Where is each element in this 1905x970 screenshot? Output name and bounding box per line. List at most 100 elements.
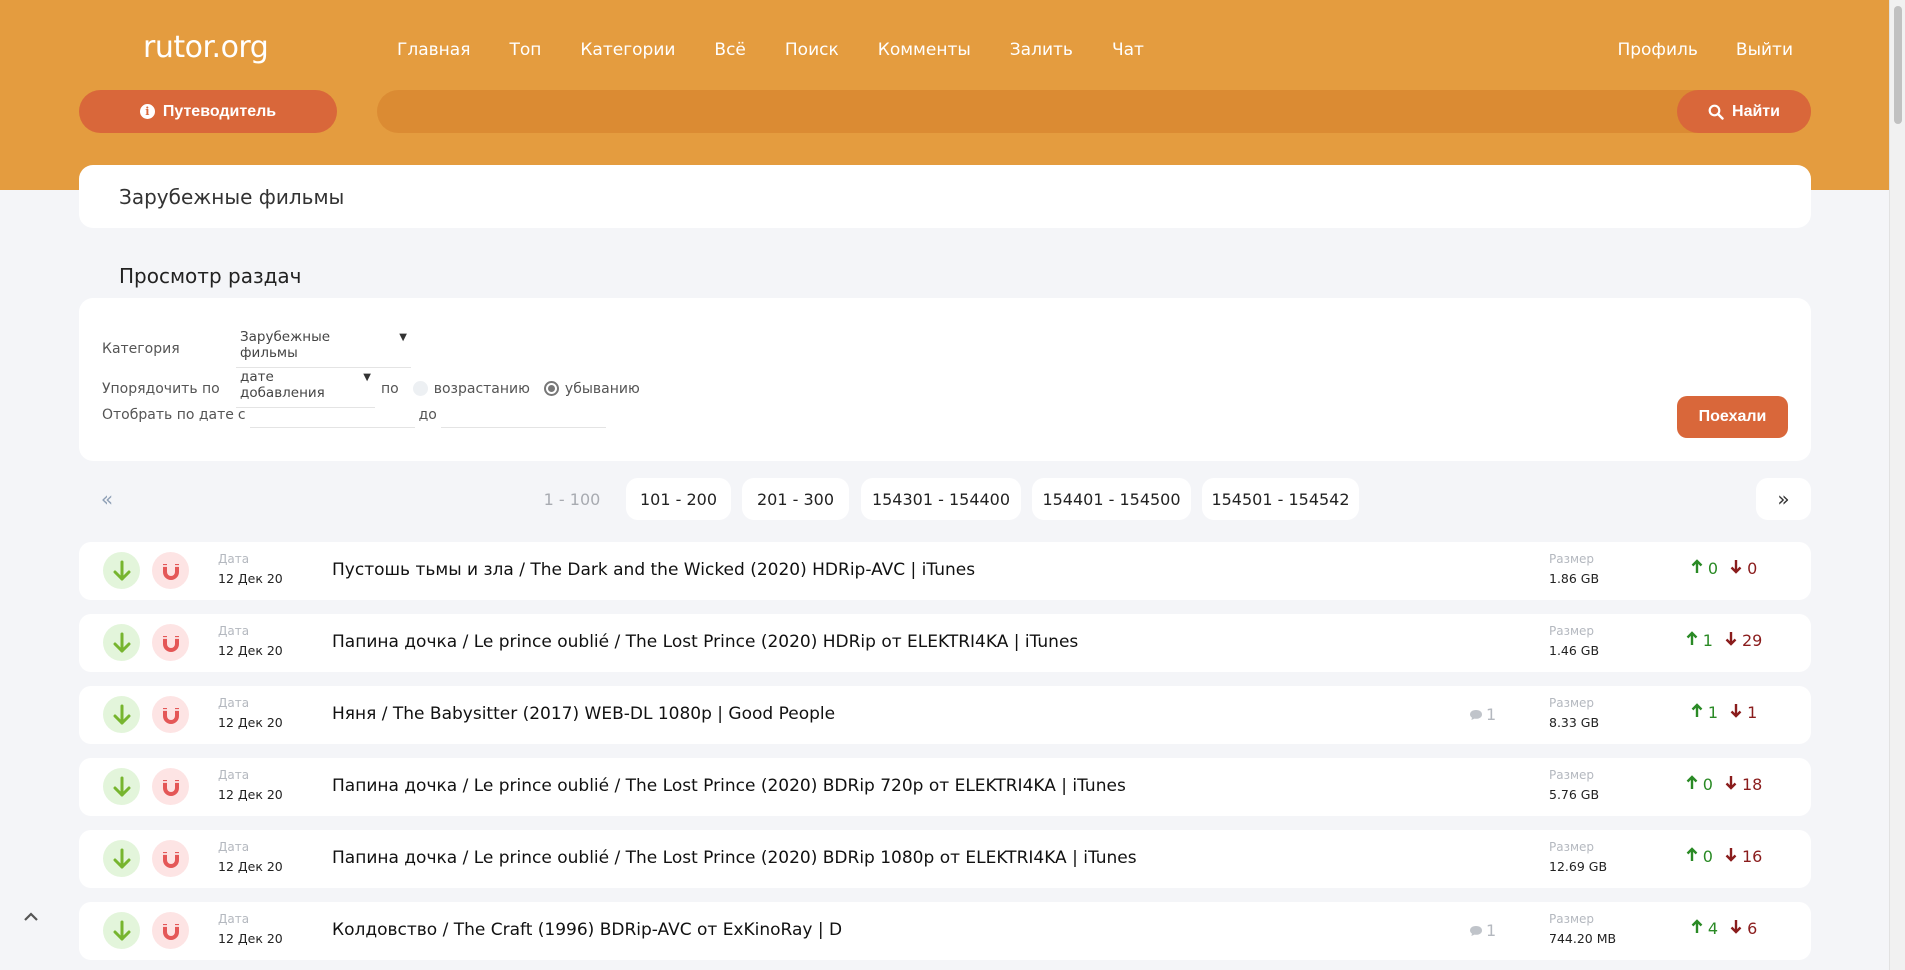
pagination-page[interactable]: 154401 - 154500 — [1032, 478, 1191, 520]
category-label: Категория — [102, 340, 180, 357]
nav-search[interactable]: Поиск — [785, 40, 839, 60]
table-row[interactable]: Дата 12 Дек 20 Папина дочка / Le prince ou… — [79, 758, 1811, 816]
download-button[interactable] — [103, 840, 140, 877]
nav-upload[interactable]: Залить — [1010, 40, 1073, 60]
size-label: Размер — [1549, 696, 1595, 710]
site-logo[interactable]: rutor.org — [143, 30, 269, 65]
seeders-value: 0 — [1702, 775, 1713, 794]
magnet-icon — [162, 923, 179, 940]
table-row[interactable]: Дата 12 Дек 20 Няня / The Babysitter (2017… — [79, 686, 1811, 744]
page-title: Зарубежные фильмы — [119, 185, 345, 209]
pagination-page[interactable]: 154501 - 154542 — [1202, 478, 1359, 520]
torrent-title-link[interactable]: Папина дочка / Le prince oublié / The Lo… — [332, 632, 1078, 652]
arrow-down-icon — [1730, 560, 1742, 574]
magnet-button[interactable] — [152, 912, 189, 949]
double-chevron-right-icon: » — [1777, 487, 1790, 511]
nav-chat[interactable]: Чат — [1112, 40, 1144, 60]
info-icon: i — [139, 104, 155, 119]
pagination-page[interactable]: 101 - 200 — [626, 478, 731, 520]
seeders: 0 — [1686, 847, 1713, 866]
seeders-value: 0 — [1702, 847, 1713, 866]
arrow-up-icon — [1686, 847, 1697, 861]
double-chevron-left-icon: « — [100, 487, 114, 511]
arrow-down-icon — [1725, 776, 1737, 790]
date-from-input[interactable] — [249, 402, 415, 428]
arrow-up-icon — [1686, 775, 1697, 789]
scrollbar[interactable] — [1889, 0, 1905, 970]
download-button[interactable] — [103, 768, 140, 805]
size-label: Размер — [1549, 840, 1595, 854]
category-select-value: Зарубежные фильмы — [240, 329, 331, 361]
date-label: Дата — [218, 840, 250, 854]
scrollbar-thumb[interactable] — [1894, 6, 1902, 124]
search-input[interactable] — [377, 90, 1677, 133]
radio-ascending[interactable] — [412, 381, 428, 396]
nav-categories[interactable]: Категории — [580, 40, 675, 60]
nav-logout[interactable]: Выйти — [1736, 40, 1793, 60]
peers: 1 29 — [1669, 631, 1779, 650]
category-filter-row: Категория Зарубежные фильмы ▼ — [102, 329, 411, 368]
date-label: Дата — [218, 696, 250, 710]
download-arrow-icon — [113, 776, 130, 796]
nav-comments[interactable]: Комменты — [878, 40, 971, 60]
seeders: 0 — [1686, 775, 1713, 794]
search-button[interactable]: Найти — [1677, 90, 1811, 133]
guide-button-label: Путеводитель — [162, 102, 277, 120]
magnet-button[interactable] — [152, 552, 189, 589]
nav-all[interactable]: Всё — [714, 40, 745, 60]
magnet-button[interactable] — [152, 624, 189, 661]
torrent-title-link[interactable]: Папина дочка / Le prince oublié / The Lo… — [332, 776, 1126, 796]
magnet-button[interactable] — [152, 696, 189, 733]
date-filter-label: Отобрать по дате — [102, 407, 234, 423]
magnet-icon — [162, 563, 179, 580]
peers: 4 6 — [1669, 919, 1779, 938]
arrow-down-icon — [1725, 848, 1737, 862]
size-value: 8.33 GB — [1549, 715, 1600, 730]
apply-filter-button[interactable]: Поехали — [1677, 396, 1788, 438]
torrent-title-link[interactable]: Пустошь тьмы и зла / The Dark and the Wi… — [332, 560, 975, 580]
download-button[interactable] — [103, 624, 140, 661]
nav-profile[interactable]: Профиль — [1617, 40, 1697, 60]
torrent-title-link[interactable]: Колдовство / The Craft (1996) BDRip-AVC … — [332, 920, 842, 940]
leechers-value: 0 — [1747, 559, 1758, 578]
scroll-to-top-button[interactable] — [20, 906, 42, 928]
download-button[interactable] — [103, 912, 140, 949]
pagination-next[interactable]: » — [1756, 478, 1811, 520]
pagination-current: 1 - 100 — [543, 489, 601, 509]
leechers-value: 29 — [1742, 631, 1763, 650]
search-icon — [1708, 104, 1724, 120]
pagination-prev[interactable]: « — [79, 478, 135, 520]
date-to-input[interactable] — [440, 402, 606, 428]
nav-top[interactable]: Топ — [509, 40, 541, 60]
comments-count-value: 1 — [1486, 921, 1497, 940]
nav-home[interactable]: Главная — [397, 40, 470, 60]
table-row[interactable]: Дата 12 Дек 20 Папина дочка / Le prince ou… — [79, 830, 1811, 888]
table-row[interactable]: Дата 12 Дек 20 Папина дочка / Le prince ou… — [79, 614, 1811, 672]
torrent-title-link[interactable]: Няня / The Babysitter (2017) WEB-DL 1080… — [332, 704, 835, 724]
comments-count[interactable]: 1 — [1469, 705, 1496, 724]
torrent-title-link[interactable]: Папина дочка / Le prince oublié / The Lo… — [332, 848, 1137, 868]
guide-button[interactable]: i Путеводитель — [79, 90, 337, 133]
peers: 1 1 — [1669, 703, 1779, 722]
category-select[interactable]: Зарубежные фильмы ▼ — [236, 329, 411, 368]
search-bar: Найти — [377, 90, 1811, 133]
leechers-value: 18 — [1742, 775, 1763, 794]
magnet-button[interactable] — [152, 768, 189, 805]
date-value: 12 Дек 20 — [218, 571, 283, 586]
download-button[interactable] — [103, 552, 140, 589]
pagination-page[interactable]: 201 - 300 — [742, 478, 849, 520]
date-value: 12 Дек 20 — [218, 643, 283, 658]
date-value: 12 Дек 20 — [218, 931, 283, 946]
radio-descending[interactable] — [543, 381, 559, 396]
arrow-up-icon — [1691, 703, 1703, 717]
size-value: 1.46 GB — [1549, 643, 1600, 658]
size-label: Размер — [1549, 912, 1595, 926]
table-row[interactable]: Дата 12 Дек 20 Пустошь тьмы и зла / The Da… — [79, 542, 1811, 600]
date-label: Дата — [218, 912, 250, 926]
table-row[interactable]: Дата 12 Дек 20 Колдовство / The Craft (199… — [79, 902, 1811, 960]
peers: 0 0 — [1669, 559, 1779, 578]
download-button[interactable] — [103, 696, 140, 733]
magnet-button[interactable] — [152, 840, 189, 877]
pagination-page[interactable]: 154301 - 154400 — [861, 478, 1021, 520]
comments-count[interactable]: 1 — [1469, 921, 1496, 940]
